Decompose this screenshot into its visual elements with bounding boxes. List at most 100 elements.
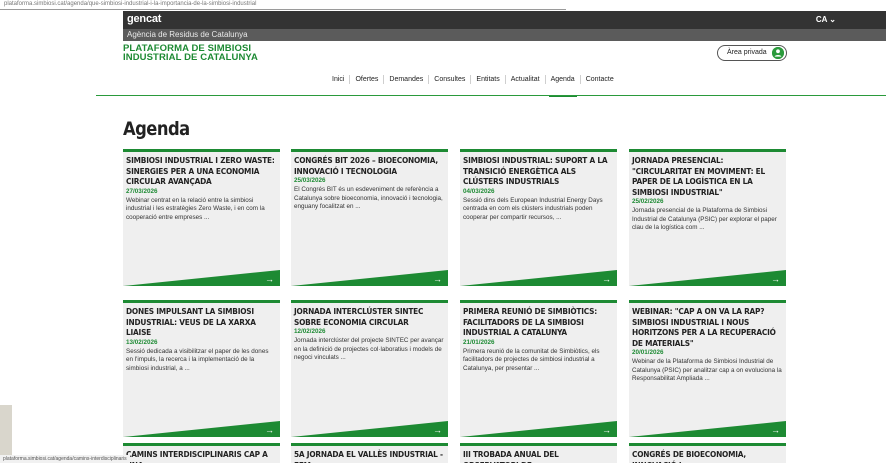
browser-url[interactable]: plataforma.simbiosi.cat/agenda/que-simbi… [4,0,564,9]
page-title: Agenda [123,118,190,140]
green-wedge-shape [460,270,617,286]
card-body: JORNADA INTERCLÚSTER SINTEC SOBRE ECONOM… [291,303,448,363]
card-title[interactable]: CAMINS INTERDISCIPLINARIS CAP A UNA [126,449,276,463]
card-body: CAMINS INTERDISCIPLINARIS CAP A UNA [123,446,280,463]
nav-item-entitats[interactable]: Entitats [471,75,506,84]
card-footer: → [291,421,448,437]
green-wedge-shape [123,270,280,286]
agenda-card[interactable]: PRIMERA REUNIÓ DE SIMBIÒTICS: FACILITADO… [460,300,617,437]
card-description: Webinar de la Plataforma de Simbiosi Ind… [632,358,782,383]
green-wedge-shape [291,270,448,286]
status-url: plataforma.simbiosi.cat/agenda/camins-in… [0,455,130,463]
card-body: SIMBIOSI INDUSTRIAL I ZERO WASTE: SINERG… [123,152,280,222]
browser-url-underline [0,9,566,10]
card-description: Sessió dins dels European Industrial Ene… [463,196,603,221]
card-description: Primera reunió de la comunitat de Simbiò… [463,347,600,372]
card-footer: → [123,270,280,286]
agenda-card[interactable]: CAMINS INTERDISCIPLINARIS CAP A UNA [123,443,280,463]
arrow-right-icon[interactable]: → [265,274,274,284]
green-wedge-shape [123,421,280,437]
card-body: DONES IMPULSANT LA SIMBIOSI INDUSTRIAL: … [123,303,280,373]
card-date: 20/01/2026 [632,349,664,356]
card-title[interactable]: PRIMERA REUNIÓ DE SIMBIÒTICS: FACILITADO… [463,306,613,338]
arrow-right-icon[interactable]: → [433,425,442,435]
card-title[interactable]: JORNADA INTERCLÚSTER SINTEC SOBRE ECONOM… [294,306,444,327]
main-nav: Inici Ofertes Demandes Consultes Entitats Act… [0,73,886,97]
green-wedge-shape [460,421,617,437]
card-date: 13/02/2026 [126,338,158,346]
card-body: III TROBADA ANUAL DEL OBSERVATORI DE [460,446,617,463]
card-title[interactable]: CONGRÉS BIT 2026 – BIOECONOMIA, INNOVACI… [294,155,444,176]
card-body: CONGRÉS BIT 2026 – BIOECONOMIA, INNOVACI… [291,152,448,212]
nav-item-contacte[interactable]: Contacte [581,75,619,84]
card-footer: → [123,421,280,437]
card-description: El Congrés BIT és un esdeveniment de ref… [294,186,443,211]
site-title-line2: INDUSTRIAL DE CATALUNYA [123,52,258,63]
card-body: WEBINAR: "CAP A ON VA LA RAP? SIMBIOSI I… [629,303,786,384]
gencat-logo[interactable]: gencat [127,13,161,25]
nav-item-actualitat[interactable]: Actualitat [506,75,546,84]
arrow-right-icon[interactable]: → [771,425,780,435]
card-description: Jornada interclúster del projecte SINTEC… [294,337,444,362]
green-wedge-shape [629,270,786,286]
agenda-card[interactable]: 5A JORNADA EL VALLÈS INDUSTRIAL - FEM [291,443,448,463]
card-title[interactable]: JORNADA PRESENCIAL: "CIRCULARITAT EN MOV… [632,155,782,197]
agency-bar[interactable]: Agència de Residus de Catalunya [123,29,886,41]
arrow-right-icon[interactable]: → [602,274,611,284]
card-title[interactable]: CONGRÉS DE BIOECONOMIA, INNOVACIÓ I [632,449,782,463]
card-title[interactable]: SIMBIOSI INDUSTRIAL: SUPORT A LA TRANSIC… [463,155,613,187]
agenda-card[interactable]: SIMBIOSI INDUSTRIAL I ZERO WASTE: SINERG… [123,149,280,286]
language-selector[interactable]: CA ⌄ [816,15,836,24]
card-footer: → [460,270,617,286]
arrow-right-icon[interactable]: → [433,274,442,284]
card-footer: → [291,270,448,286]
green-wedge-shape [629,421,786,437]
arrow-right-icon[interactable]: → [602,425,611,435]
card-body: JORNADA PRESENCIAL: "CIRCULARITAT EN MOV… [629,152,786,233]
nav-items: Inici Ofertes Demandes Consultes Entitats Act… [327,75,619,97]
card-date: 27/03/2026 [126,187,158,195]
card-date: 25/02/2026 [632,198,664,205]
gencat-topbar: gencat CA ⌄ [123,11,886,29]
agenda-card[interactable]: DONES IMPULSANT LA SIMBIOSI INDUSTRIAL: … [123,300,280,437]
card-footer: → [629,270,786,286]
card-title[interactable]: 5A JORNADA EL VALLÈS INDUSTRIAL - FEM [294,449,444,463]
green-wedge-shape [291,421,448,437]
agenda-card[interactable]: III TROBADA ANUAL DEL OBSERVATORI DE [460,443,617,463]
agenda-card[interactable]: CONGRÉS BIT 2026 – BIOECONOMIA, INNOVACI… [291,149,448,286]
card-title[interactable]: WEBINAR: "CAP A ON VA LA RAP? SIMBIOSI I… [632,306,782,348]
nav-divider [96,95,886,96]
card-title[interactable]: SIMBIOSI INDUSTRIAL I ZERO WASTE: SINERG… [126,155,276,187]
card-description: Sessió dedicada a visibilitzar el paper … [126,347,269,372]
card-date: 25/03/2026 [294,177,326,184]
nav-item-ofertes[interactable]: Ofertes [350,75,385,84]
card-body: CONGRÉS DE BIOECONOMIA, INNOVACIÓ I [629,446,786,463]
card-description: Jornada presencial de la Plataforma de S… [632,207,777,232]
card-body: SIMBIOSI INDUSTRIAL: SUPORT A LA TRANSIC… [460,152,617,222]
agenda-card[interactable]: JORNADA INTERCLÚSTER SINTEC SOBRE ECONOM… [291,300,448,437]
nav-item-demandes[interactable]: Demandes [384,75,430,84]
agenda-card[interactable]: WEBINAR: "CAP A ON VA LA RAP? SIMBIOSI I… [629,300,786,437]
private-area-button[interactable]: Àrea privada [717,45,787,61]
card-title[interactable]: III TROBADA ANUAL DEL OBSERVATORI DE [463,449,613,463]
card-title[interactable]: DONES IMPULSANT LA SIMBIOSI INDUSTRIAL: … [126,306,276,338]
agenda-card[interactable]: SIMBIOSI INDUSTRIAL: SUPORT A LA TRANSIC… [460,149,617,286]
card-body: PRIMERA REUNIÓ DE SIMBIÒTICS: FACILITADO… [460,303,617,373]
nav-item-inici[interactable]: Inici [327,75,351,84]
site-title[interactable]: PLATAFORMA DE SIMBIOSI INDUSTRIAL DE CAT… [123,44,258,63]
card-footer: → [629,421,786,437]
arrow-right-icon[interactable]: → [265,425,274,435]
card-footer: → [460,421,617,437]
user-icon [772,47,784,59]
card-date: 04/03/2026 [463,187,495,195]
agenda-card[interactable]: CONGRÉS DE BIOECONOMIA, INNOVACIÓ I [629,443,786,463]
nav-item-consultes[interactable]: Consultes [429,75,472,84]
arrow-right-icon[interactable]: → [771,274,780,284]
nav-item-agenda[interactable]: Agenda [546,75,581,97]
card-description: Webinar centrat en la relació entre la s… [126,196,265,221]
card-date: 21/01/2026 [463,338,495,346]
agenda-card[interactable]: JORNADA PRESENCIAL: "CIRCULARITAT EN MOV… [629,149,786,286]
private-area-label: Àrea privada [727,49,767,56]
card-date: 12/02/2026 [294,328,326,335]
card-body: 5A JORNADA EL VALLÈS INDUSTRIAL - FEM [291,446,448,463]
